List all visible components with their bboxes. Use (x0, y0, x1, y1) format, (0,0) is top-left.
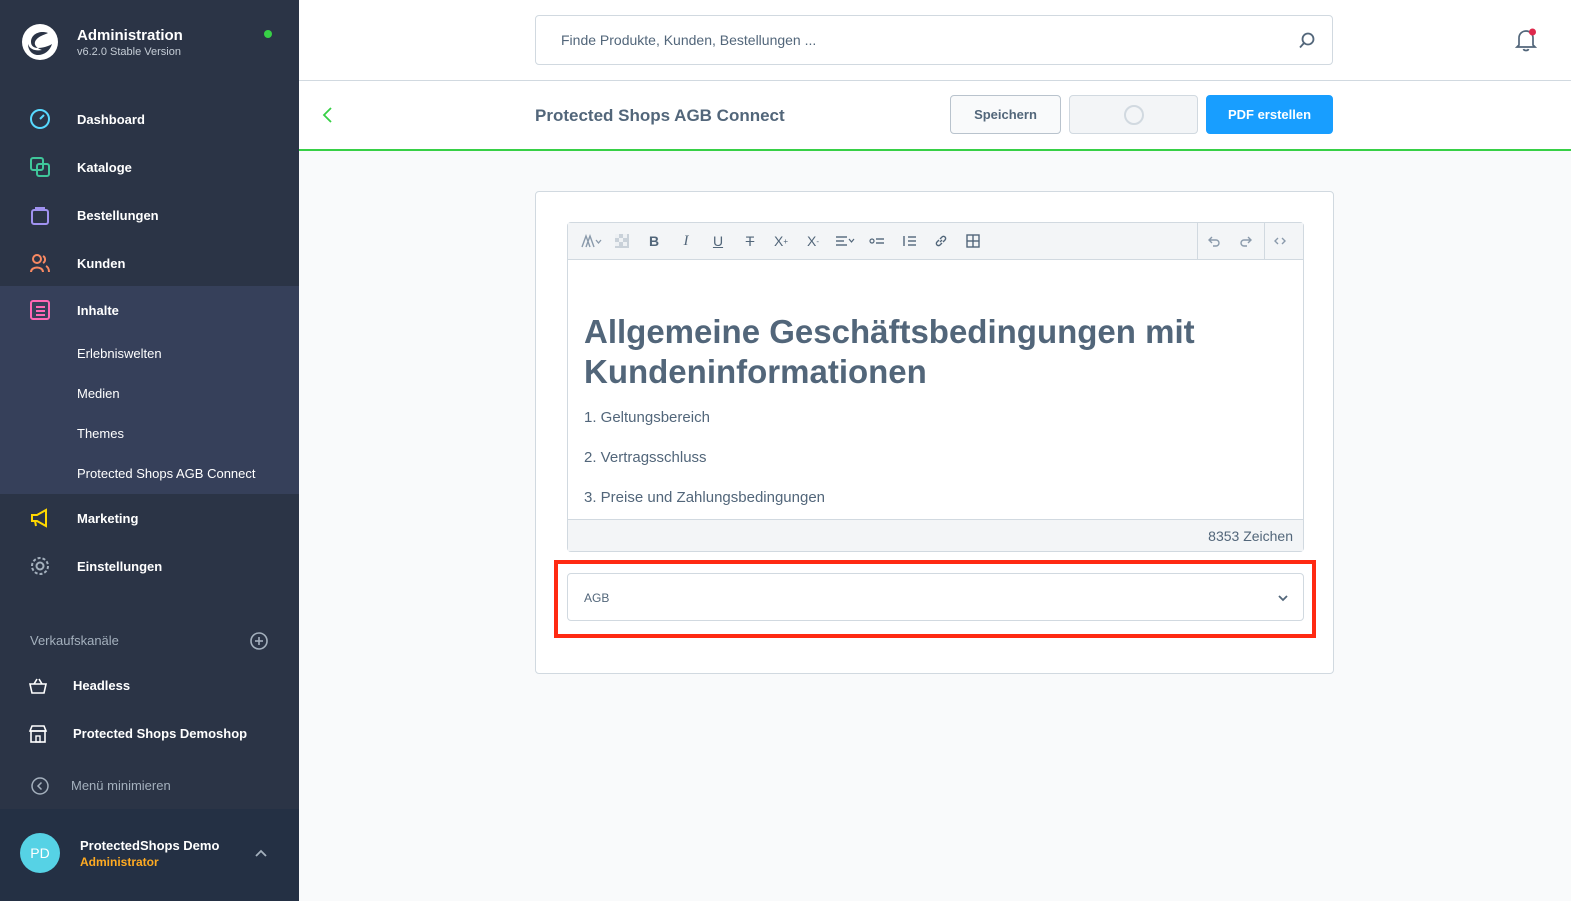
nav-label-einstellungen: Einstellungen (77, 558, 163, 574)
global-search (535, 15, 1333, 65)
sub-item-agb-connect[interactable]: Protected Shops AGB Connect (77, 466, 256, 481)
chevron-up-icon[interactable] (254, 847, 268, 861)
catalog-icon (28, 155, 52, 179)
select-value: AGB (584, 591, 610, 605)
nav-item-inhalte[interactable]: Inhalte (0, 286, 299, 334)
page-title: Protected Shops AGB Connect (535, 106, 785, 125)
sub-item-erlebniswelten[interactable]: Erlebniswelten (77, 346, 162, 361)
user-role: Administrator (80, 855, 159, 869)
sales-channel-label: Headless (73, 678, 131, 693)
editor-footer: 8353 Zeichen (568, 519, 1303, 551)
top-bar (299, 0, 1571, 81)
sales-channel-headless[interactable]: Headless (0, 664, 299, 708)
create-pdf-button[interactable]: PDF erstellen (1206, 95, 1333, 134)
toolbar-divider (1197, 223, 1198, 260)
subscript-icon[interactable]: X- (803, 232, 823, 250)
sales-channels-label: Verkaufskanäle (30, 633, 119, 648)
nav-label-kunden: Kunden (77, 255, 126, 271)
back-arrow-icon[interactable] (321, 105, 335, 125)
sales-channel-demoshop[interactable]: Protected Shops Demoshop (0, 712, 299, 756)
content-icon (28, 298, 52, 322)
brand-version: v6.2.0 Stable Version (77, 46, 181, 58)
notification-bell-icon[interactable] (1515, 28, 1537, 52)
bold-icon[interactable]: B (644, 232, 664, 250)
brand-title: Administration (77, 27, 183, 44)
minimize-menu-button[interactable]: Menü minimieren (0, 772, 299, 800)
toolbar-divider (1264, 223, 1265, 260)
user-name: ProtectedShops Demo (80, 838, 220, 853)
document-type-select[interactable]: AGB (567, 573, 1304, 621)
loading-button[interactable] (1069, 95, 1198, 134)
sub-item-themes[interactable]: Themes (77, 426, 124, 441)
nav-label-bestellungen: Bestellungen (77, 207, 159, 223)
document-paragraph: 2. Vertragsschluss (584, 449, 707, 466)
dashboard-icon (28, 107, 52, 131)
search-icon[interactable] (1298, 32, 1316, 50)
save-button[interactable]: Speichern (950, 95, 1061, 134)
customers-icon (28, 251, 52, 275)
nav-item-dashboard[interactable]: Dashboard (0, 95, 299, 143)
editor-toolbar: B I U T X + X- (568, 223, 1303, 260)
character-count: 8353 Zeichen (1208, 528, 1293, 544)
bullet-list-icon[interactable] (867, 232, 887, 250)
spinner-icon (1123, 104, 1144, 125)
basket-icon (29, 678, 47, 694)
avatar: PD (20, 833, 60, 873)
background-color-icon[interactable] (612, 232, 632, 250)
text-editor: B I U T X + X- Allgemeine Geschäftsbedin… (567, 222, 1304, 552)
add-circle-icon[interactable] (250, 632, 268, 650)
nav-item-bestellungen[interactable]: Bestellungen (0, 191, 299, 239)
nav-item-kataloge[interactable]: Kataloge (0, 143, 299, 191)
shopping-bag-icon (28, 203, 52, 227)
nav-item-einstellungen[interactable]: Einstellungen (0, 542, 299, 590)
nav-label-kataloge: Kataloge (77, 159, 132, 175)
redo-icon[interactable] (1236, 232, 1256, 250)
document-paragraph: 3. Preise und Zahlungsbedingungen (584, 489, 826, 506)
underline-icon[interactable]: U (708, 232, 728, 250)
megaphone-icon (28, 506, 52, 530)
align-icon[interactable] (834, 232, 858, 250)
brand-header: Administration v6.2.0 Stable Version (0, 0, 299, 88)
table-icon[interactable] (963, 232, 983, 250)
numbered-list-icon[interactable] (899, 232, 919, 250)
strikethrough-icon[interactable]: T (740, 232, 760, 250)
gear-icon (28, 554, 52, 578)
nav-label-dashboard: Dashboard (77, 111, 145, 127)
sub-item-medien[interactable]: Medien (77, 386, 120, 401)
document-paragraph: 1. Geltungsbereich (584, 409, 710, 426)
storefront-icon (28, 725, 48, 743)
code-view-icon[interactable] (1270, 232, 1290, 250)
chevron-down-icon (1278, 595, 1288, 602)
nav-item-marketing[interactable]: Marketing (0, 494, 299, 542)
smart-bar: Protected Shops AGB Connect Speichern PD… (299, 81, 1571, 151)
undo-icon[interactable] (1204, 232, 1224, 250)
content-card: B I U T X + X- Allgemeine Geschäftsbedin… (535, 191, 1334, 674)
user-menu[interactable]: PD ProtectedShops Demo Administrator (0, 809, 299, 901)
shopware-logo-icon[interactable] (22, 24, 58, 60)
chevron-left-circle-icon (31, 777, 49, 795)
link-icon[interactable] (931, 232, 951, 250)
sales-channel-label: Protected Shops Demoshop (73, 726, 248, 741)
nav-group-inhalte: Inhalte Erlebniswelten Medien Themes Pro… (0, 286, 299, 494)
nav-item-kunden[interactable]: Kunden (0, 239, 299, 287)
status-dot (264, 30, 272, 38)
nav-label-inhalte: Inhalte (77, 302, 119, 318)
editor-content[interactable]: Allgemeine Geschäftsbedingungen mit Kund… (568, 260, 1303, 519)
document-heading: Allgemeine Geschäftsbedingungen mit Kund… (584, 313, 1195, 390)
nav-label-marketing: Marketing (77, 510, 139, 526)
search-input[interactable] (537, 17, 1277, 63)
superscript-icon[interactable]: X + (771, 232, 791, 250)
font-size-icon[interactable] (580, 232, 604, 250)
minimize-menu-label: Menü minimieren (71, 778, 171, 793)
sidebar: Administration v6.2.0 Stable Version Das… (0, 0, 299, 901)
italic-icon[interactable]: I (676, 232, 696, 250)
